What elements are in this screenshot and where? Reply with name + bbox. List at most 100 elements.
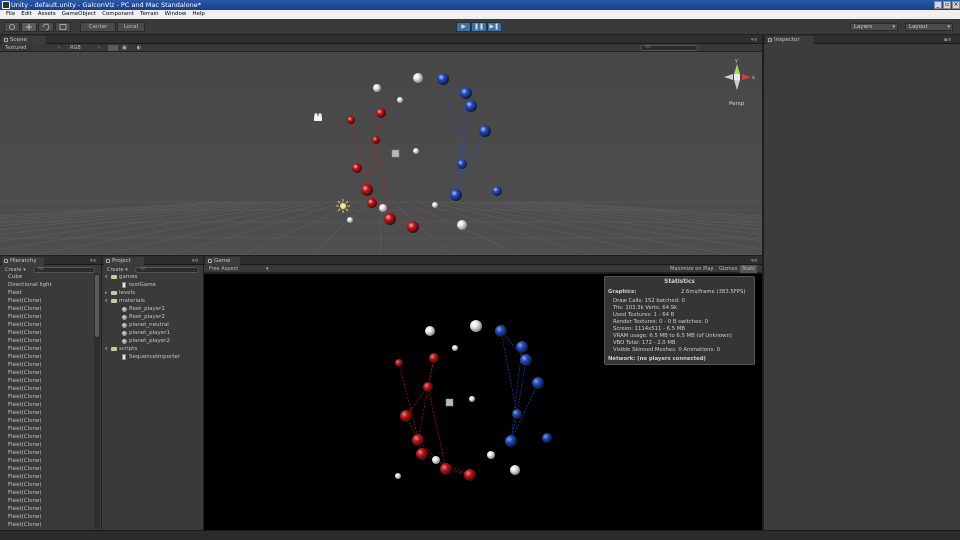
menu-assets[interactable]: Assets <box>35 10 59 19</box>
tab-game[interactable]: Game <box>206 257 240 265</box>
render-mode-dropdown[interactable]: Textured <box>5 44 26 52</box>
lock-icon[interactable]: ▪≡ <box>944 37 952 43</box>
main-toolbar: Center Local ▶ ❚❚ ▶❚ Layers ▾ Layout ▾ <box>0 19 960 35</box>
hierarchy-item[interactable]: Fleet <box>0 289 93 297</box>
hierarchy-item[interactable]: Fleet(Clone) <box>0 425 93 433</box>
gizmos-toggle[interactable]: Gizmos <box>719 265 737 273</box>
hierarchy-item[interactable]: Fleet(Clone) <box>0 361 93 369</box>
neg-y-cone <box>734 80 740 90</box>
menu-help[interactable]: Help <box>189 10 208 19</box>
image-toggle-icon[interactable]: ▣ <box>122 44 127 52</box>
rotate-tool-button[interactable] <box>38 22 54 32</box>
chevron-down-icon[interactable]: ▾ <box>105 345 110 353</box>
scale-tool-button[interactable] <box>55 22 71 32</box>
tab-project[interactable]: Project <box>104 257 144 265</box>
close-button[interactable]: × <box>952 1 960 9</box>
hierarchy-item[interactable]: Fleet(Clone) <box>0 321 93 329</box>
hierarchy-item[interactable]: Fleet(Clone) <box>0 473 93 481</box>
chevron-right-icon[interactable]: ▸ <box>105 289 110 297</box>
hierarchy-item[interactable]: Fleet(Clone) <box>0 441 93 449</box>
project-item[interactable]: fleet_player2 <box>102 313 203 321</box>
planet-sphere <box>457 220 467 230</box>
hierarchy-item[interactable]: Fleet(Clone) <box>0 377 93 385</box>
menu-terrain[interactable]: Terrain <box>137 10 162 19</box>
panel-menu-icon[interactable]: ▾≡ <box>751 37 758 43</box>
hierarchy-item[interactable]: Fleet(Clone) <box>0 345 93 353</box>
project-item[interactable]: planet_neutral <box>102 321 203 329</box>
hierarchy-item[interactable]: Fleet(Clone) <box>0 305 93 313</box>
menu-window[interactable]: Window <box>162 10 190 19</box>
stats-toggle[interactable]: Stats <box>740 265 757 273</box>
pivot-toggle[interactable]: Center <box>80 22 116 32</box>
panel-menu-icon[interactable]: ▾≡ <box>90 258 97 264</box>
hierarchy-item[interactable]: Fleet(Clone) <box>0 417 93 425</box>
menu-component[interactable]: Component <box>99 10 137 19</box>
play-button[interactable]: ▶ <box>456 22 472 32</box>
scene-view[interactable]: y x Persp <box>0 52 762 255</box>
maximize-button[interactable]: ▫ <box>943 1 951 9</box>
hierarchy-item[interactable]: Fleet(Clone) <box>0 457 93 465</box>
project-item[interactable]: ▾ materials <box>102 297 203 305</box>
hierarchy-item[interactable]: Fleet(Clone) <box>0 369 93 377</box>
hierarchy-item[interactable]: Fleet(Clone) <box>0 297 93 305</box>
hierarchy-item[interactable]: Fleet(Clone) <box>0 401 93 409</box>
hierarchy-item[interactable]: Fleet(Clone) <box>0 433 93 441</box>
hierarchy-item[interactable]: Directional light <box>0 281 93 289</box>
hierarchy-item[interactable]: Fleet(Clone) <box>0 393 93 401</box>
pause-button[interactable]: ❚❚ <box>471 22 487 32</box>
project-item[interactable]: planet_player1 <box>102 329 203 337</box>
hierarchy-item[interactable]: Fleet(Clone) <box>0 329 93 337</box>
project-item[interactable]: fleet_player1 <box>102 305 203 313</box>
hand-tool-button[interactable] <box>4 22 20 32</box>
layout-dropdown[interactable]: Layout ▾ <box>905 23 953 31</box>
scene-canvas[interactable]: y x Persp <box>0 52 762 255</box>
hierarchy-item[interactable]: Fleet(Clone) <box>0 513 93 521</box>
status-bar <box>0 530 960 540</box>
planet-sphere <box>416 448 428 460</box>
hierarchy-item[interactable]: Fleet(Clone) <box>0 353 93 361</box>
audio-toggle-icon[interactable]: ◐ <box>137 44 141 52</box>
maximize-on-play-toggle[interactable]: Maximize on Play <box>670 265 714 273</box>
hierarchy-scrollbar[interactable] <box>94 273 100 529</box>
scrollbar-thumb[interactable] <box>95 275 99 337</box>
hierarchy-item[interactable]: Fleet(Clone) <box>0 505 93 513</box>
panel-menu-icon[interactable]: ▾≡ <box>751 258 758 264</box>
space-toggle[interactable]: Local <box>117 22 145 32</box>
hierarchy-item[interactable]: Fleet(Clone) <box>0 465 93 473</box>
project-item[interactable]: SequenceImporter <box>102 353 203 361</box>
tab-inspector[interactable]: Inspector <box>766 36 814 44</box>
hierarchy-item[interactable]: Fleet(Clone) <box>0 489 93 497</box>
hierarchy-item[interactable]: Fleet(Clone) <box>0 449 93 457</box>
hierarchy-item[interactable]: Fleet(Clone) <box>0 481 93 489</box>
chevron-down-icon[interactable]: ▾ <box>105 297 110 305</box>
project-item[interactable]: ▾ scripts <box>102 345 203 353</box>
tab-scene[interactable]: Scene <box>2 36 46 44</box>
project-item[interactable]: ▸ levels <box>102 289 203 297</box>
menu-gameobject[interactable]: GameObject <box>59 10 99 19</box>
panel-menu-icon[interactable]: ▾≡ <box>192 258 199 264</box>
hierarchy-item[interactable]: Cube <box>0 273 93 281</box>
planet-sphere <box>516 341 528 353</box>
tab-hierarchy[interactable]: Hierarchy <box>2 257 44 265</box>
lighting-toggle-icon[interactable] <box>108 45 118 51</box>
hierarchy-item[interactable]: Fleet(Clone) <box>0 337 93 345</box>
chevron-down-icon[interactable]: ▾ <box>105 273 110 281</box>
scene-search-input[interactable]: All <box>640 45 698 51</box>
hierarchy-item[interactable]: Fleet(Clone) <box>0 521 93 529</box>
hierarchy-item[interactable]: Fleet(Clone) <box>0 313 93 321</box>
color-mode-dropdown[interactable]: RGB <box>70 44 81 52</box>
aspect-dropdown[interactable]: Free Aspect <box>209 265 238 273</box>
menu-file[interactable]: File <box>3 10 18 19</box>
move-tool-button[interactable] <box>21 22 37 32</box>
hierarchy-item[interactable]: Fleet(Clone) <box>0 497 93 505</box>
hierarchy-item[interactable]: Fleet(Clone) <box>0 385 93 393</box>
project-item[interactable]: testGame <box>102 281 203 289</box>
project-item[interactable]: ▾ games <box>102 273 203 281</box>
hierarchy-item[interactable]: Fleet(Clone) <box>0 409 93 417</box>
minimize-button[interactable]: _ <box>934 1 942 9</box>
menu-edit[interactable]: Edit <box>18 10 35 19</box>
project-item[interactable]: planet_player2 <box>102 337 203 345</box>
step-button[interactable]: ▶❚ <box>486 22 502 32</box>
project-item-label: materials <box>119 298 145 304</box>
layers-dropdown[interactable]: Layers ▾ <box>850 23 898 31</box>
